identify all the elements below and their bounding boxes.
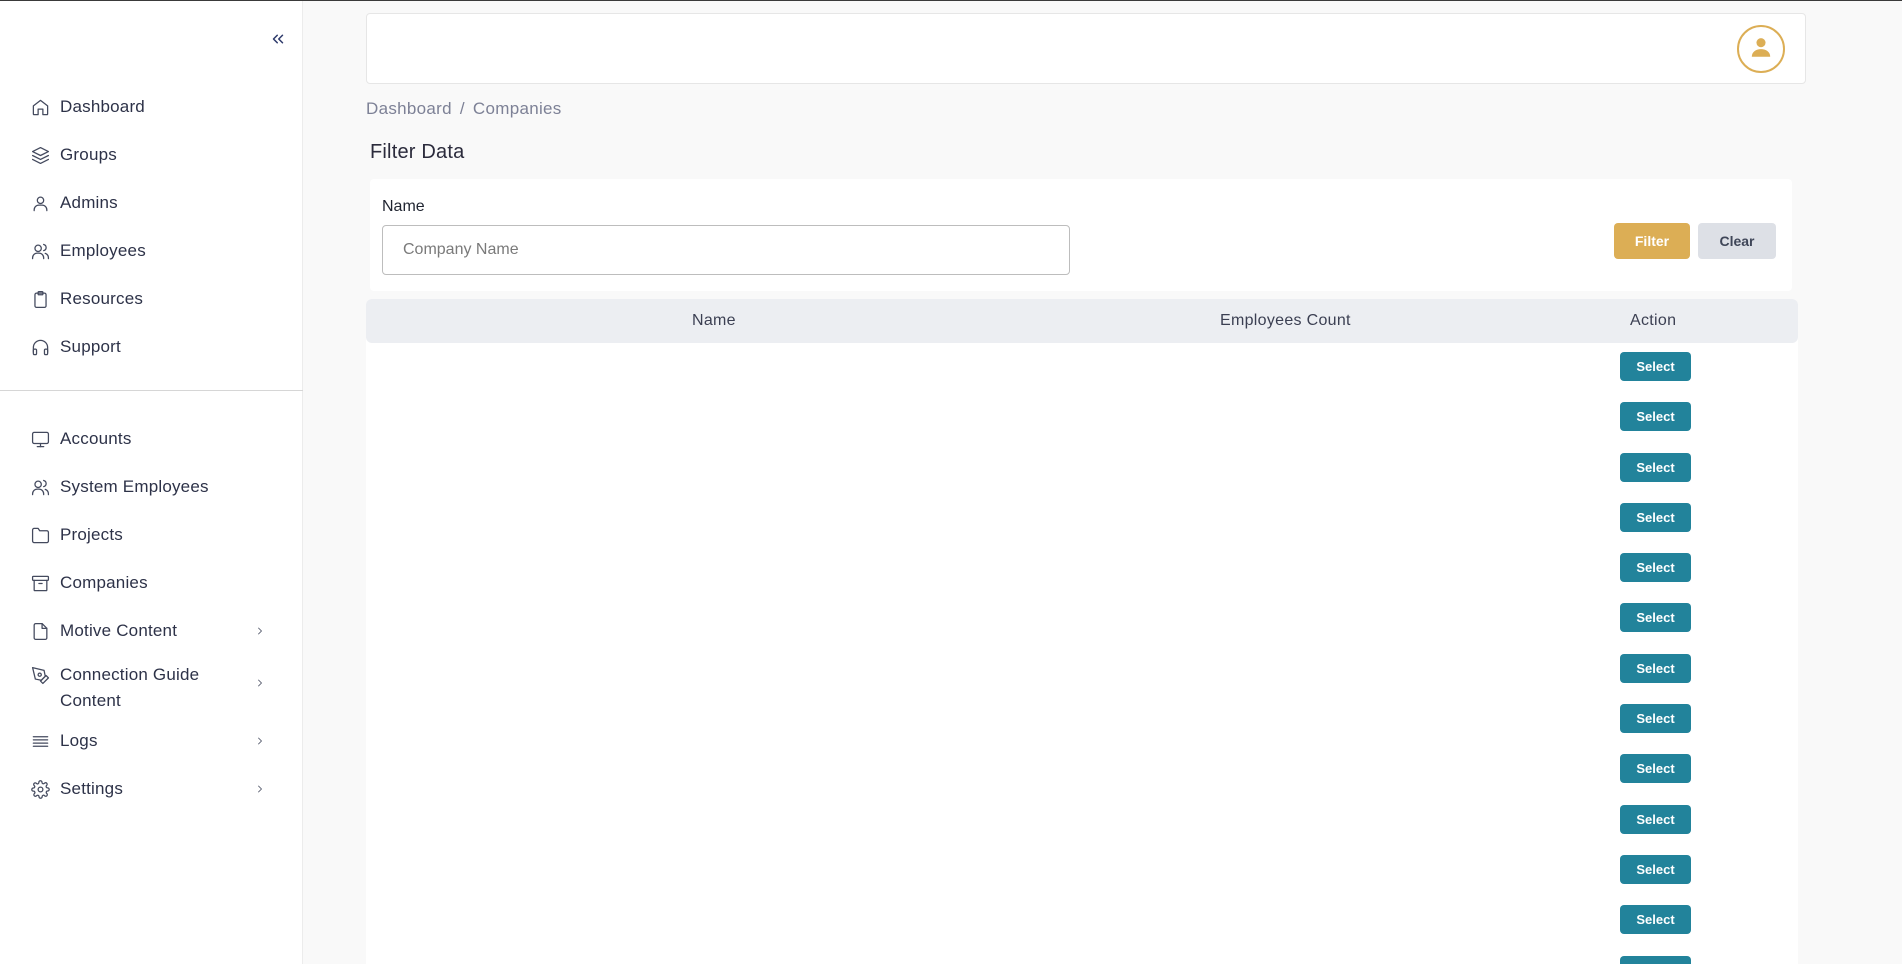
chevrons-left-icon (269, 30, 287, 53)
breadcrumb-companies-link[interactable]: Companies (473, 99, 562, 119)
select-button[interactable]: Select (1620, 754, 1691, 784)
folder-icon (30, 525, 50, 545)
select-button[interactable]: Select (1620, 603, 1691, 633)
breadcrumb-dashboard-link[interactable]: Dashboard (366, 99, 452, 119)
company-name-input[interactable] (382, 225, 1070, 275)
sidebar-item-label: Companies (60, 573, 148, 592)
sidebar-item-groups[interactable]: Groups (0, 131, 303, 179)
collapse-sidebar-button[interactable] (268, 31, 288, 51)
breadcrumb-separator: / (459, 99, 465, 118)
sidebar-item-resources[interactable]: Resources (0, 275, 303, 323)
table-row: Select (366, 352, 1798, 402)
layers-icon (30, 145, 50, 165)
sidebar-item-label: Connection Guide Content (60, 665, 200, 710)
table-row: Select (366, 955, 1798, 964)
sidebar-item-admins[interactable]: Admins (0, 179, 303, 227)
table-row: Select (366, 603, 1798, 653)
home-icon (30, 97, 50, 117)
select-button[interactable]: Select (1620, 502, 1691, 532)
column-header-action: Action (1630, 312, 1677, 329)
select-button[interactable]: Select (1620, 553, 1691, 583)
name-field-label: Name (382, 198, 425, 215)
chevron-right-icon (253, 676, 267, 690)
sidebar-item-dashboard[interactable]: Dashboard (0, 83, 303, 131)
page-title: Filter Data (370, 141, 465, 163)
sidebar-item-motive-content[interactable]: Motive Content (0, 607, 303, 655)
main-nav: Dashboard Groups Admins Employees Resour… (0, 83, 303, 371)
clipboard-icon (30, 289, 50, 309)
list-icon (30, 731, 50, 751)
sidebar-item-label: Motive Content (60, 621, 178, 640)
select-button[interactable]: Select (1620, 804, 1691, 834)
sidebar-item-projects[interactable]: Projects (0, 511, 303, 559)
sidebar-item-companies[interactable]: Companies (0, 559, 303, 607)
select-button[interactable]: Select (1620, 704, 1691, 734)
select-button[interactable]: Select (1620, 402, 1691, 432)
user-avatar-button[interactable] (1737, 25, 1785, 73)
table-row: Select (366, 804, 1798, 855)
sidebar-item-label: Resources (60, 289, 144, 308)
sidebar-item-connection-guide-content[interactable]: Connection Guide Content (0, 655, 303, 717)
table-row: Select (366, 653, 1798, 704)
monitor-icon (30, 429, 50, 449)
select-button[interactable]: Select (1620, 653, 1691, 683)
user-icon (30, 193, 50, 213)
sidebar-item-label: System Employees (60, 477, 209, 496)
filter-button[interactable]: Filter (1614, 223, 1690, 259)
column-header-employees-count: Employees Count (1220, 312, 1351, 329)
select-button[interactable]: Select (1620, 905, 1691, 935)
chevron-right-icon (253, 734, 267, 748)
headphones-icon (30, 337, 50, 357)
users-icon (30, 477, 50, 497)
table-row: Select (366, 854, 1798, 905)
sidebar: Dashboard Groups Admins Employees Resour… (0, 1, 303, 964)
sidebar-item-label: Admins (60, 193, 118, 212)
table-row: Select (366, 502, 1798, 553)
sidebar-item-label: Support (60, 337, 121, 356)
sidebar-item-logs[interactable]: Logs (0, 717, 303, 765)
users-icon (30, 241, 50, 261)
chevron-right-icon (253, 624, 267, 638)
sidebar-item-label: Employees (60, 241, 146, 260)
sidebar-item-system-employees[interactable]: System Employees (0, 463, 303, 511)
table-row: Select (366, 402, 1798, 452)
sidebar-item-label: Projects (60, 525, 124, 544)
table-row: Select (366, 754, 1798, 804)
chevron-right-icon (253, 782, 267, 796)
archive-icon (30, 573, 50, 593)
secondary-nav: Accounts System Employees Projects Compa… (0, 415, 303, 813)
clear-button[interactable]: Clear (1698, 223, 1776, 259)
table-body: Select Select Select Select Select Select Sele… (366, 352, 1798, 964)
filter-card: Name Filter Clear (370, 179, 1792, 291)
select-button[interactable]: Select (1620, 452, 1691, 482)
table-row: Select (366, 452, 1798, 503)
column-header-name: Name (692, 312, 736, 329)
companies-table: Name Employees Count Action Select Select… (366, 299, 1798, 964)
sidebar-item-label: Settings (60, 779, 124, 798)
sidebar-item-accounts[interactable]: Accounts (0, 415, 303, 463)
sidebar-item-employees[interactable]: Employees (0, 227, 303, 275)
select-button[interactable]: Select (1620, 352, 1691, 381)
pen-tool-icon (30, 665, 50, 685)
table-row: Select (366, 553, 1798, 603)
settings-icon (30, 779, 50, 799)
sidebar-item-label: Accounts (60, 429, 132, 448)
table-row: Select (366, 905, 1798, 955)
table-row: Select (366, 704, 1798, 754)
select-button[interactable]: Select (1620, 854, 1691, 884)
file-icon (30, 621, 50, 641)
sidebar-item-support[interactable]: Support (0, 323, 303, 371)
sidebar-item-settings[interactable]: Settings (0, 765, 303, 813)
sidebar-item-label: Logs (60, 731, 98, 750)
select-button[interactable]: Select (1620, 955, 1691, 964)
sidebar-divider (0, 390, 303, 391)
user-avatar-icon (1748, 34, 1774, 65)
top-header (366, 13, 1806, 84)
sidebar-item-label: Dashboard (60, 97, 145, 116)
sidebar-item-label: Groups (60, 145, 117, 164)
breadcrumb: Dashboard / Companies (366, 99, 562, 119)
table-header: Name Employees Count Action (366, 299, 1798, 343)
